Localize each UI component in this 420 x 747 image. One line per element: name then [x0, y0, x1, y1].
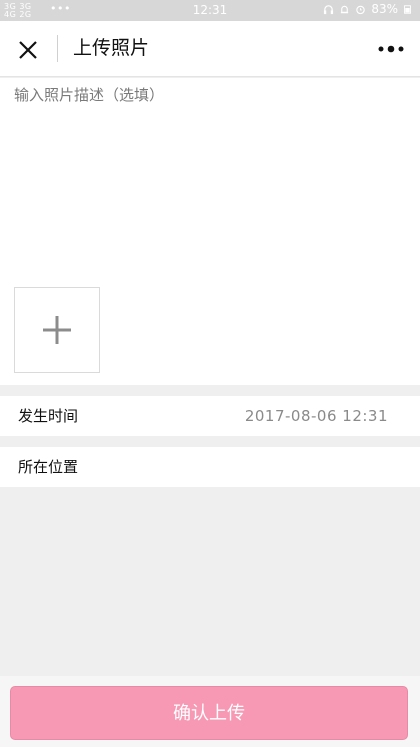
description-panel: [0, 78, 420, 385]
status-icons: 83%: [323, 2, 412, 16]
close-button[interactable]: [17, 39, 39, 61]
page-title: 上传照片: [73, 37, 150, 59]
headphones-icon: [324, 4, 334, 14]
battery-icon: [404, 4, 411, 14]
add-photo-button[interactable]: [14, 287, 100, 373]
location-label: 所在位置: [18, 458, 79, 476]
footer: 确认上传: [0, 676, 420, 747]
header-divider: [57, 35, 58, 62]
confirm-upload-button[interactable]: 确认上传: [10, 686, 408, 740]
occurrence-time-row[interactable]: 发生时间 2017-08-06 12:31: [0, 396, 420, 436]
bell-icon: [341, 5, 349, 13]
status-bar: 3G 3G 4G 2G ••• 12:31 83%: [0, 0, 420, 21]
close-icon: [19, 41, 37, 59]
plus-icon: [43, 316, 71, 344]
app-header: 上传照片: [0, 21, 420, 77]
more-button[interactable]: [376, 37, 406, 61]
alarm-icon: [356, 5, 366, 14]
battery-percent: 83%: [371, 2, 398, 16]
location-row[interactable]: 所在位置: [0, 447, 420, 487]
more-dots-icon: [378, 45, 404, 53]
occurrence-time-label: 发生时间: [18, 407, 79, 425]
occurrence-time-value: 2017-08-06 12:31: [244, 407, 388, 425]
photo-description-input[interactable]: [14, 84, 404, 264]
